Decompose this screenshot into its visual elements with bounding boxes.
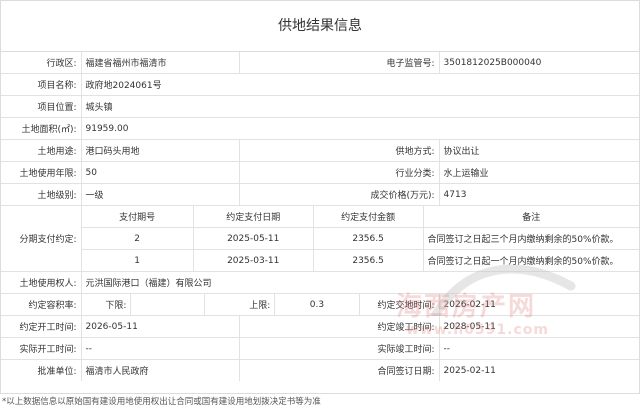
far-lower-label: 下限: [82,294,132,315]
far-table: 下限: 上限: 0.3 [82,294,358,315]
installment-note: 合同签订之日起一个月内缴纳剩余的50%价款。 [422,249,640,271]
table-row: 批准单位: 福清市人民政府 合同签订日期: 2025-02-11 [1,359,640,381]
installment-amount: 2356.5 [312,249,424,271]
installment-amount-header: 约定支付金额 [312,206,424,228]
installment-no: 2 [82,227,194,250]
project-location-label: 项目位置: [1,95,82,118]
far-upper-label: 上限: [204,294,276,315]
supervision-no-value: 3501812025B000040 [438,52,640,74]
table-row: 土地面积(㎡): 91959.00 [1,117,640,140]
installment-date: 2025-03-11 [192,249,314,271]
table-row: 土地用途: 港口码头用地 供地方式: 协议出让 [1,139,640,162]
contract-date-value: 2025-02-11 [438,359,640,381]
installment-note-header: 备注 [422,206,640,228]
table-row: 项目名称: 政府地2024061号 [1,73,640,96]
table-row: 2 2025-05-11 2356.5 合同签订之日起三个月内缴纳剩余的50%价… [82,227,640,250]
supervision-no-label: 电子监管号: [238,52,440,74]
land-area-label: 土地面积(㎡): [1,117,82,140]
far-label: 约定容积率: [1,293,82,316]
actual-completion-value: -- [438,337,640,360]
completion-time-label: 约定竣工时间: [238,315,440,338]
district-value: 福建省福州市福清市 [80,52,240,74]
installment-date: 2025-05-11 [192,227,314,250]
table-row: 行政区: 福建省福州市福清市 电子监管号: 3501812025B000040 [1,52,640,74]
installments-header-row: 支付期号 约定支付日期 约定支付金额 备注 [82,206,640,228]
installments-label: 分期支付约定: [1,205,82,272]
installments-cell: 支付期号 约定支付日期 约定支付金额 备注 2 2025-05-11 2356.… [80,205,640,272]
installments-table: 支付期号 约定支付日期 约定支付金额 备注 2 2025-05-11 2356.… [82,206,640,271]
installment-no-header: 支付期号 [82,206,194,228]
table-row: 分期支付约定: 支付期号 约定支付日期 约定支付金额 备注 2 2025-05-… [1,205,640,272]
land-use-value: 港口码头用地 [80,139,240,162]
project-name-value: 政府地2024061号 [80,73,640,96]
completion-time-value: 2028-05-11 [438,315,640,338]
contract-date-label: 合同签订日期: [238,359,440,381]
owner-value: 元洪国际港口（福建）有限公司 [80,271,640,294]
project-location-value: 城头镇 [80,95,640,118]
far-lower-value [130,294,206,315]
installment-date-header: 约定支付日期 [192,206,314,228]
supply-method-value: 协议出让 [438,139,640,162]
delivery-time-value: 2026-02-11 [438,293,640,316]
delivery-time-label: 约定交地时间: [358,293,440,316]
table-row: 土地级别: 一级 成交价格(万元): 4713 [1,183,640,206]
land-grade-value: 一级 [80,183,240,206]
land-supply-panel: 供地结果信息 行政区: 福建省福州市福清市 电子监管号: 3501812025B… [0,0,640,394]
district-label: 行政区: [1,52,82,74]
use-years-label: 土地使用年限: [1,161,82,184]
land-grade-label: 土地级别: [1,183,82,206]
land-area-value: 91959.00 [80,117,640,140]
table-row: 项目位置: 城头镇 [1,95,640,118]
start-time-value: 2026-05-11 [80,315,240,338]
actual-start-value: -- [80,337,240,360]
approval-unit-value: 福清市人民政府 [80,359,240,381]
table-row: 约定容积率: 下限: 上限: 0.3 约定交地时间: 2026-02-11 [1,293,640,316]
page-title: 供地结果信息 [1,1,639,52]
use-years-value: 50 [80,161,240,184]
far-cell: 下限: 上限: 0.3 [80,293,360,316]
approval-unit-label: 批准单位: [1,359,82,381]
installment-note: 合同签订之日起三个月内缴纳剩余的50%价款。 [422,227,640,250]
start-time-label: 约定开工时间: [1,315,82,338]
supply-method-label: 供地方式: [238,139,440,162]
actual-completion-label: 实际竣工时间: [238,337,440,360]
far-upper-value: 0.3 [309,299,325,310]
project-name-label: 项目名称: [1,73,82,96]
installment-amount: 2356.5 [312,227,424,250]
price-value: 4713 [438,183,640,206]
installment-no: 1 [82,249,194,271]
industry-value: 水上运输业 [438,161,640,184]
table-row: 实际开工时间: -- 实际竣工时间: -- [1,337,640,360]
footnote: *以上数据信息以原始国有建设用地使用权出让合同或国有建设用地划拨决定书等为准 [2,397,321,407]
table-row: 土地使用权人: 元洪国际港口（福建）有限公司 [1,271,640,294]
land-use-label: 土地用途: [1,139,82,162]
table-row: 1 2025-03-11 2356.5 合同签订之日起一个月内缴纳剩余的50%价… [82,249,640,271]
industry-label: 行业分类: [238,161,440,184]
land-info-table: 行政区: 福建省福州市福清市 电子监管号: 3501812025B000040 … [1,52,640,381]
table-row: 约定开工时间: 2026-05-11 约定竣工时间: 2028-05-11 [1,315,640,338]
owner-label: 土地使用权人: [1,271,82,294]
actual-start-label: 实际开工时间: [1,337,82,360]
price-label: 成交价格(万元): [238,183,440,206]
table-row: 土地使用年限: 50 行业分类: 水上运输业 [1,161,640,184]
